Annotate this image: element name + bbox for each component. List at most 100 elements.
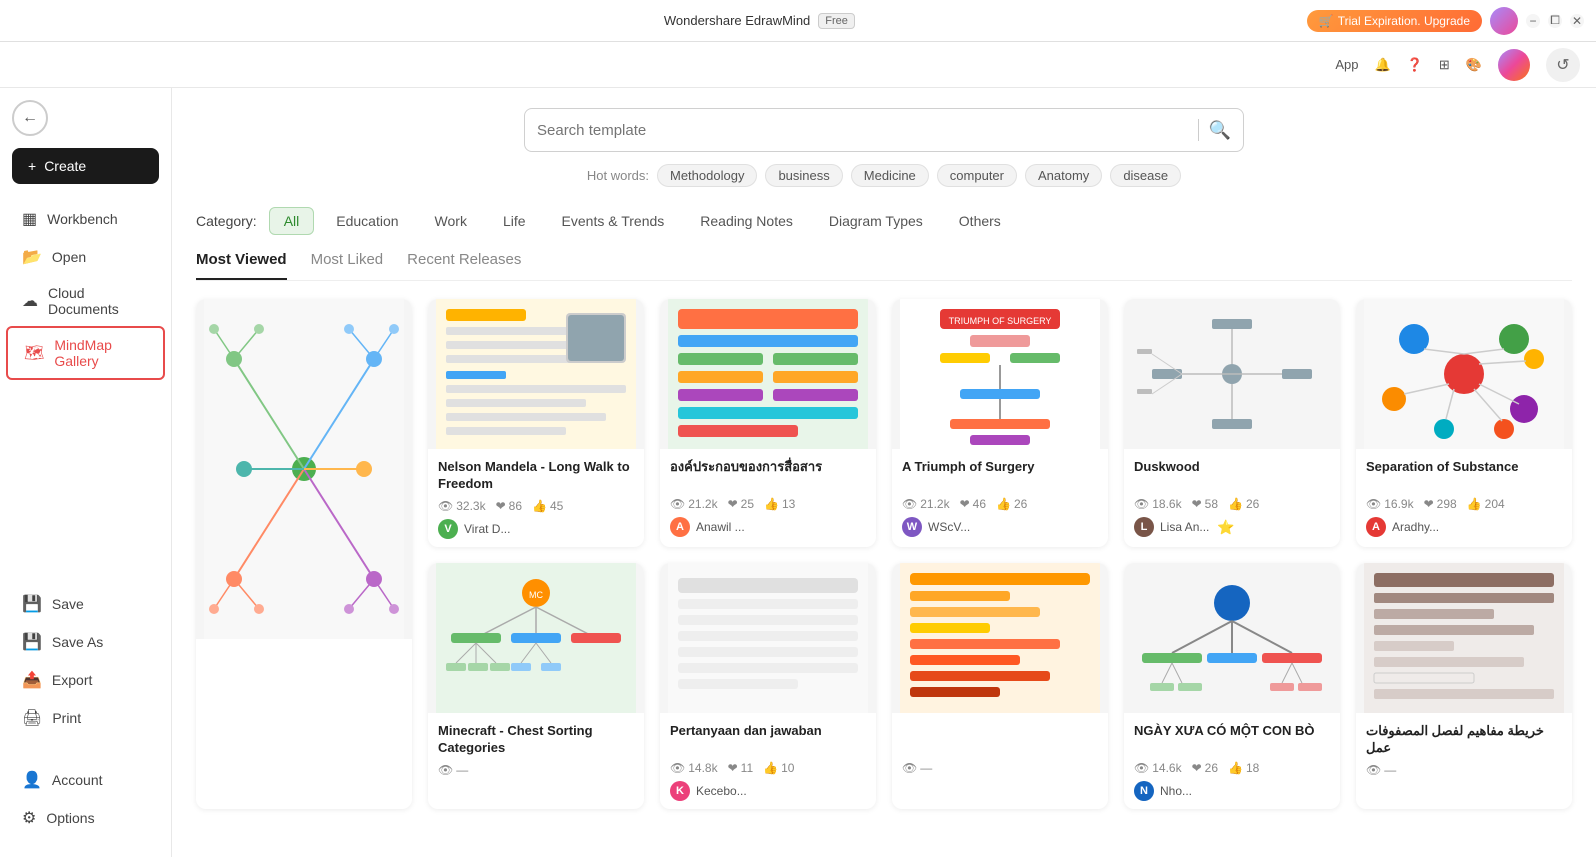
tab-most-viewed[interactable]: Most Viewed bbox=[196, 251, 287, 280]
tabs-row: Most Viewed Most Liked Recent Releases bbox=[196, 251, 1572, 281]
user-avatar-toolbar[interactable] bbox=[1498, 49, 1530, 81]
sidebar-open-label: Open bbox=[52, 249, 86, 265]
card-thumb-duskwood bbox=[1124, 299, 1340, 449]
author-avatar-separation: A bbox=[1366, 517, 1386, 537]
dislikes-nelson: 👍45 bbox=[532, 499, 563, 513]
sidebar-item-workbench[interactable]: ▦ Workbench bbox=[6, 200, 165, 238]
gallery-grid: Nelson Mandela - Long Walk to Freedom 👁3… bbox=[196, 299, 1572, 809]
card-author-separation: A Aradhy... bbox=[1366, 517, 1562, 537]
search-icon[interactable]: 🔍 bbox=[1209, 120, 1231, 141]
card-minecraft[interactable]: MC bbox=[428, 563, 644, 809]
card-title-nelson: Nelson Mandela - Long Walk to Freedom bbox=[438, 459, 634, 493]
toolbar-help[interactable]: ❓ bbox=[1407, 57, 1423, 73]
tab-recent[interactable]: Recent Releases bbox=[407, 251, 521, 280]
card-body-separation: Separation of Substance 👁16.9k ❤298 👍204… bbox=[1356, 449, 1572, 545]
card-separation[interactable]: Separation of Substance 👁16.9k ❤298 👍204… bbox=[1356, 299, 1572, 547]
card-stats-orange: 👁— bbox=[902, 761, 1098, 775]
card-thai[interactable]: องค์ประกอบของการสื่อสาร 👁21.2k ❤25 👍13 A… bbox=[660, 299, 876, 547]
sidebar-item-export[interactable]: 📤 Export bbox=[6, 661, 165, 699]
hot-words-label: Hot words: bbox=[587, 168, 649, 183]
cat-btn-events[interactable]: Events & Trends bbox=[548, 208, 679, 234]
card-thumb-large bbox=[196, 299, 412, 639]
user-avatar[interactable] bbox=[1490, 7, 1518, 35]
sidebar-item-print[interactable]: 🖨 Print bbox=[6, 699, 165, 737]
card-body-nelson: Nelson Mandela - Long Walk to Freedom 👁3… bbox=[428, 449, 644, 547]
card-author-duskwood: L Lisa An... ⭐ bbox=[1134, 517, 1330, 537]
sidebar-save-label: Save bbox=[52, 596, 84, 612]
card-ngay-xua[interactable]: NGÀY XƯA CÓ MỘT CON BÒ 👁14.6k ❤26 👍18 N … bbox=[1124, 563, 1340, 809]
hot-tag-computer[interactable]: computer bbox=[937, 164, 1017, 187]
gold-badge-duskwood: ⭐ bbox=[1217, 519, 1234, 536]
card-large-mindmap[interactable] bbox=[196, 299, 412, 809]
workbench-icon: ▦ bbox=[22, 209, 37, 229]
title-bar: Wondershare EdrawMind Free 🛒 Trial Expir… bbox=[0, 0, 1596, 42]
hot-tag-anatomy[interactable]: Anatomy bbox=[1025, 164, 1102, 187]
sidebar-item-gallery[interactable]: 🗺 MindMap Gallery bbox=[6, 326, 165, 380]
hot-tag-methodology[interactable]: Methodology bbox=[657, 164, 757, 187]
card-pertanyaan[interactable]: Pertanyaan dan jawaban 👁14.8k ❤11 👍10 K … bbox=[660, 563, 876, 809]
hot-tag-disease[interactable]: disease bbox=[1110, 164, 1181, 187]
cat-btn-others[interactable]: Others bbox=[945, 208, 1015, 234]
card-thumb-ngay-xua bbox=[1124, 563, 1340, 713]
search-section: 🔍 Hot words: Methodology business Medici… bbox=[196, 88, 1572, 203]
sidebar-item-account[interactable]: 👤 Account bbox=[6, 761, 165, 799]
sidebar-item-saveas[interactable]: 💾 Save As bbox=[6, 623, 165, 661]
card-body-pertanyaan: Pertanyaan dan jawaban 👁14.8k ❤11 👍10 K … bbox=[660, 713, 876, 809]
app-name: Wondershare EdrawMind bbox=[664, 13, 810, 28]
card-body-minecraft: Minecraft - Chest Sorting Categories 👁— bbox=[428, 713, 644, 791]
refresh-button[interactable]: ↺ bbox=[1546, 48, 1580, 82]
search-divider bbox=[1198, 119, 1199, 141]
cat-btn-life[interactable]: Life bbox=[489, 208, 540, 234]
card-stats-arabic: 👁— bbox=[1366, 763, 1562, 777]
minimize-button[interactable]: − bbox=[1526, 14, 1540, 28]
sidebar-item-open[interactable]: 📂 Open bbox=[6, 238, 165, 276]
sidebar-cloud-label: Cloud Documents bbox=[48, 285, 149, 317]
trial-upgrade-button[interactable]: 🛒 Trial Expiration. Upgrade bbox=[1307, 10, 1482, 32]
card-arabic[interactable]: خريطة مفاهيم لفصل المصفوفات عمل 👁— bbox=[1356, 563, 1572, 809]
author-avatar-ngay-xua: N bbox=[1134, 781, 1154, 801]
card-author-ngay-xua: N Nho... bbox=[1134, 781, 1330, 801]
card-author-nelson: V Virat D... bbox=[438, 519, 634, 539]
cat-btn-work[interactable]: Work bbox=[421, 208, 481, 234]
card-author-pertanyaan: K Kecebo... bbox=[670, 781, 866, 801]
sidebar-options-label: Options bbox=[46, 810, 94, 826]
card-title-surgery: A Triumph of Surgery bbox=[902, 459, 1098, 491]
create-label: Create bbox=[44, 158, 86, 174]
tab-most-liked[interactable]: Most Liked bbox=[311, 251, 384, 280]
close-button[interactable]: ✕ bbox=[1570, 14, 1584, 28]
toolbar-app[interactable]: App bbox=[1335, 57, 1358, 72]
search-input[interactable] bbox=[537, 122, 1188, 139]
create-button[interactable]: + Create bbox=[12, 148, 159, 184]
svg-text:MC: MC bbox=[529, 590, 543, 600]
hot-tag-medicine[interactable]: Medicine bbox=[851, 164, 929, 187]
card-title-pertanyaan: Pertanyaan dan jawaban bbox=[670, 723, 866, 755]
card-stats-surgery: 👁21.2k ❤46 👍26 bbox=[902, 497, 1098, 511]
maximize-button[interactable]: ⧠ bbox=[1548, 14, 1562, 28]
free-badge: Free bbox=[818, 13, 855, 29]
account-icon: 👤 bbox=[22, 770, 42, 790]
cat-btn-diagram[interactable]: Diagram Types bbox=[815, 208, 937, 234]
card-duskwood[interactable]: Duskwood 👁18.6k ❤58 👍26 L Lisa An... ⭐ bbox=[1124, 299, 1340, 547]
toolbar-grid[interactable]: ⊞ bbox=[1439, 57, 1450, 73]
cat-btn-all[interactable]: All bbox=[269, 207, 315, 235]
cat-btn-reading[interactable]: Reading Notes bbox=[686, 208, 807, 234]
toolbar-bell[interactable]: 🔔 bbox=[1375, 57, 1391, 73]
card-title-arabic: خريطة مفاهيم لفصل المصفوفات عمل bbox=[1366, 723, 1562, 757]
toolbar-theme[interactable]: 🎨 bbox=[1466, 57, 1482, 73]
author-avatar-thai: A bbox=[670, 517, 690, 537]
sidebar-item-cloud[interactable]: ☁ Cloud Documents bbox=[6, 276, 165, 326]
main-content: 🔍 Hot words: Methodology business Medici… bbox=[172, 88, 1596, 857]
title-bar-right: 🛒 Trial Expiration. Upgrade − ⧠ ✕ bbox=[1307, 7, 1584, 35]
card-nelson[interactable]: Nelson Mandela - Long Walk to Freedom 👁3… bbox=[428, 299, 644, 547]
sidebar-item-save[interactable]: 💾 Save bbox=[6, 585, 165, 623]
card-surgery[interactable]: TRIUMPH OF SURGERY A Triumph of Surgery bbox=[892, 299, 1108, 547]
gallery-icon: 🗺 bbox=[24, 343, 44, 363]
card-thumb-separation bbox=[1356, 299, 1572, 449]
hot-tag-business[interactable]: business bbox=[765, 164, 842, 187]
card-orange[interactable]: 👁— bbox=[892, 563, 1108, 809]
sidebar: ← + Create ▦ Workbench 📂 Open ☁ Cloud Do… bbox=[0, 88, 172, 857]
sidebar-item-options[interactable]: ⚙ Options bbox=[6, 799, 165, 837]
sidebar-bottom: 💾 Save 💾 Save As 📤 Export 🖨 Print 👤 Acco… bbox=[0, 577, 171, 845]
back-button[interactable]: ← bbox=[12, 100, 48, 136]
cat-btn-education[interactable]: Education bbox=[322, 208, 412, 234]
